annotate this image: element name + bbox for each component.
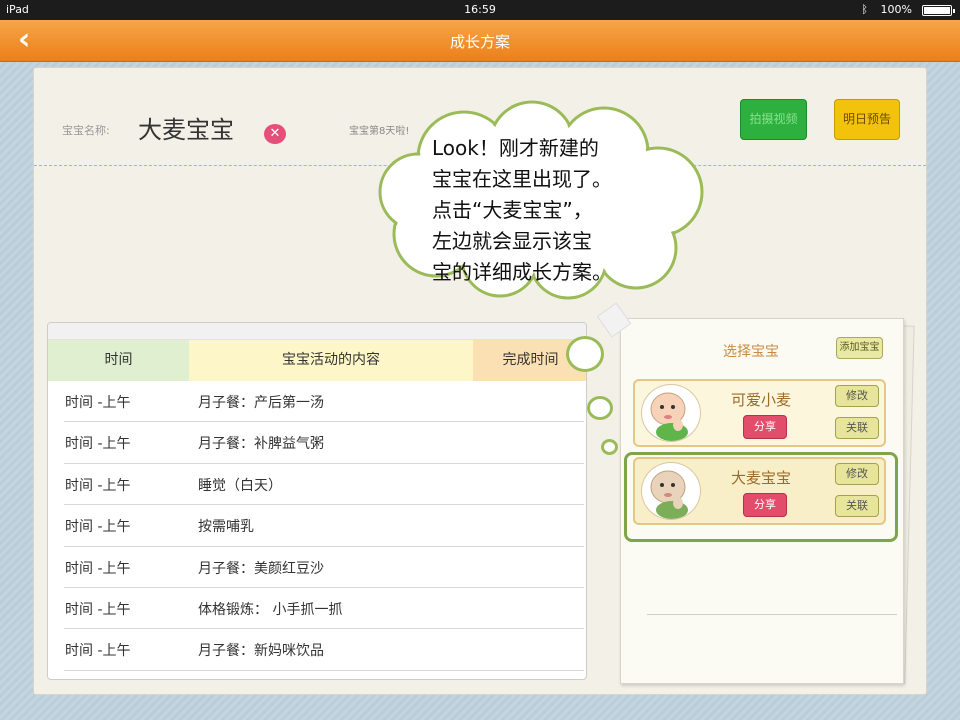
- table-row[interactable]: 时间 -上午 睡觉（白天）: [64, 464, 584, 506]
- edit-button[interactable]: 修改: [835, 385, 879, 407]
- callout-text: Look！刚才新建的 宝宝在这里出现了。 点击“大麦宝宝”， 左边就会显示该宝 …: [432, 133, 672, 288]
- row-time: 时间 -上午: [65, 436, 131, 453]
- callout-line: 左边就会显示该宝: [432, 229, 592, 253]
- battery-icon: [922, 5, 955, 16]
- table-row[interactable]: 时间 -上午 按需哺乳: [64, 505, 584, 547]
- callout-line: 宝的详细成长方案。: [432, 260, 612, 284]
- share-button[interactable]: 分享: [743, 415, 787, 439]
- table-row[interactable]: 时间 -上午 月子餐：美颜红豆沙: [64, 547, 584, 588]
- table-row[interactable]: 时间 -上午 体格锻炼： 小手抓一抓: [64, 588, 584, 630]
- row-content: 月子餐：补脾益气粥: [198, 436, 324, 453]
- row-time: 时间 -上午: [65, 643, 131, 660]
- page-title: 成长方案: [449, 33, 510, 51]
- table-header: 时间 宝宝活动的内容 完成时间: [48, 340, 586, 381]
- row-content: 按需哺乳: [198, 519, 254, 536]
- link-button[interactable]: 关联: [835, 417, 879, 439]
- edit-button[interactable]: 修改: [835, 463, 879, 485]
- callout-bubble: [587, 396, 613, 420]
- table-row[interactable]: 时间 -上午 月子餐：新妈咪饮品: [64, 629, 584, 671]
- bluetooth-icon: ᛒ: [861, 3, 868, 16]
- table-row[interactable]: 时间 -上午 月子餐：产后第一汤: [64, 381, 584, 423]
- tomorrow-preview-button[interactable]: 明日预告: [834, 99, 900, 140]
- status-time: 16:59: [464, 3, 496, 16]
- select-baby-title: 选择宝宝: [723, 344, 779, 360]
- row-time: 时间 -上午: [65, 395, 131, 411]
- schedule-table: 时间 宝宝活动的内容 完成时间 时间 -上午 月子餐：产后第一汤 时间 -上午 …: [47, 322, 587, 680]
- callout-line: 点击“大麦宝宝”，: [432, 198, 593, 222]
- baby-avatar-image: [650, 470, 688, 519]
- column-header-content: 宝宝活动的内容: [189, 340, 473, 381]
- baby-card-selected[interactable]: 大麦宝宝 分享 修改 关联: [633, 457, 886, 525]
- add-baby-button[interactable]: 添加宝宝: [836, 337, 883, 359]
- baby-card-name: 大麦宝宝: [731, 469, 792, 487]
- nav-bar: ‹ 成长方案: [0, 20, 960, 62]
- link-button[interactable]: 关联: [835, 495, 879, 517]
- table-top-strip: [48, 323, 586, 340]
- row-content: 月子餐：新妈咪饮品: [198, 643, 324, 660]
- delete-baby-button[interactable]: ✕: [264, 124, 286, 144]
- callout-bubble: [601, 439, 618, 455]
- baby-avatar-image: [650, 392, 688, 441]
- baby-card-name: 可爱小麦: [731, 391, 792, 409]
- row-time: 时间 -上午: [65, 601, 131, 618]
- row-content: 月子餐：产后第一汤: [198, 395, 324, 411]
- record-video-button[interactable]: 拍摄视频: [740, 99, 807, 140]
- callout-line: 宝宝在这里出现了。: [432, 167, 612, 191]
- row-content: 月子餐：美颜红豆沙: [198, 560, 324, 577]
- baby-avatar: [641, 384, 701, 442]
- table-row[interactable]: 时间 -上午 月子餐：补脾益气粥: [64, 422, 584, 464]
- baby-card[interactable]: 可爱小麦 分享 修改 关联: [633, 379, 886, 447]
- row-content: 睡觉（白天）: [198, 477, 282, 494]
- battery-percent: 100%: [880, 3, 912, 16]
- row-content: 体格锻炼： 小手抓一抓: [198, 601, 343, 618]
- column-header-time: 时间: [48, 340, 189, 381]
- divider: [647, 614, 897, 615]
- row-time: 时间 -上午: [65, 519, 131, 536]
- row-time: 时间 -上午: [65, 477, 131, 494]
- callout-bubble: [566, 336, 604, 372]
- baby-name-label: 宝宝名称:: [62, 124, 110, 137]
- share-button[interactable]: 分享: [743, 493, 787, 517]
- baby-selector-panel: 选择宝宝 添加宝宝 可爱小麦 分享 修改 关联 大麦宝宝 分享 修改 关联: [620, 318, 904, 684]
- callout-line: Look！刚才新建的: [432, 136, 599, 160]
- status-bar: iPad 16:59 ᛒ 100%: [0, 0, 960, 20]
- baby-name: 大麦宝宝: [138, 116, 234, 144]
- row-time: 时间 -上午: [65, 560, 131, 577]
- baby-avatar: [641, 462, 701, 520]
